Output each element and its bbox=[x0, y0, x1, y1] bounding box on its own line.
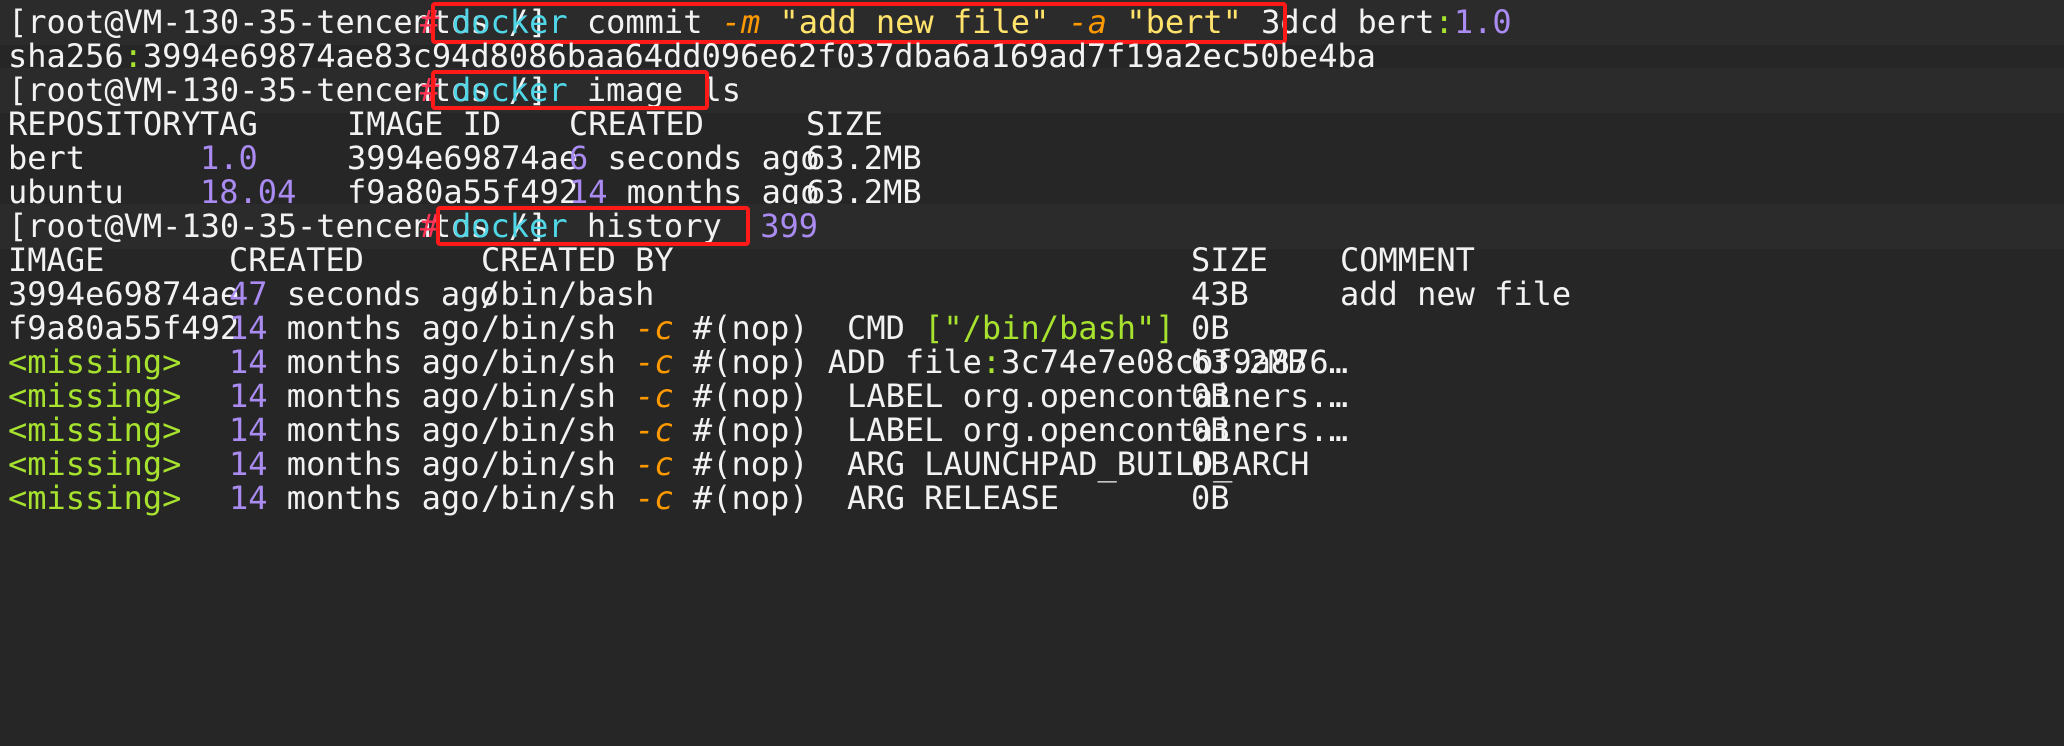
terminal-window[interactable]: [root@VM-130-35-tencentos /] # docker co… bbox=[0, 0, 2064, 685]
table-row: <missing> 14 months ago /bin/sh -c #(nop… bbox=[0, 476, 2064, 521]
terminal-text: months ago bbox=[267, 479, 480, 517]
terminal-text: /bin/sh bbox=[481, 479, 636, 517]
terminal-text: #(nop) ARG RELEASE bbox=[673, 479, 1059, 517]
terminal-text: 14 bbox=[229, 479, 268, 517]
terminal-text: -c bbox=[635, 479, 674, 517]
terminal-text: <missing> bbox=[8, 479, 182, 517]
terminal-text: 14 months ago bbox=[229, 476, 479, 521]
terminal-text: 0B bbox=[1191, 479, 1230, 517]
terminal-text: /bin/sh -c #(nop) ARG RELEASE bbox=[481, 476, 1059, 521]
